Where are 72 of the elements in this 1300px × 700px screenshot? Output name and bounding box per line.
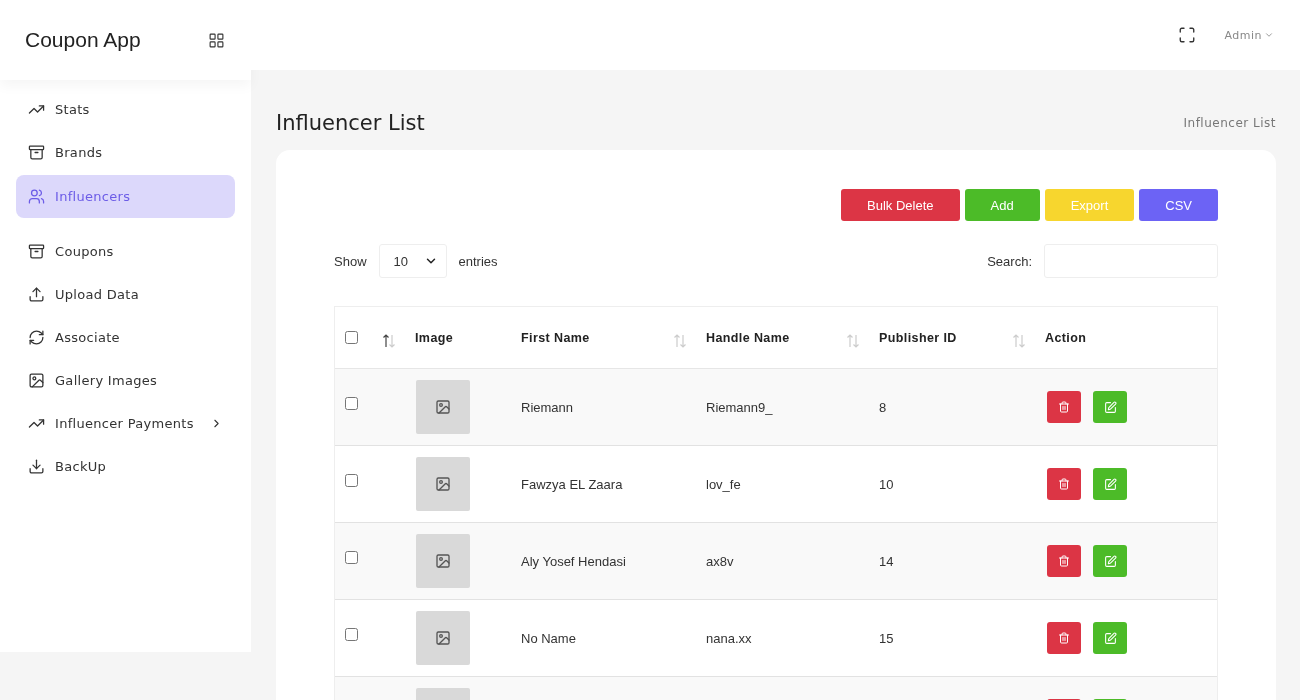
delete-button[interactable]: [1047, 545, 1081, 577]
column-header: Image: [415, 330, 454, 345]
image-icon: [435, 630, 451, 646]
column-header: Publisher ID: [879, 330, 957, 345]
table-cell-text: Riemann: [520, 399, 575, 415]
trash-icon: [1058, 555, 1070, 567]
edit-icon: [1103, 477, 1117, 491]
image-icon: [28, 372, 45, 389]
sidebar-item[interactable]: Influencer Payments: [16, 402, 235, 445]
action-button[interactable]: Bulk Delete: [841, 189, 960, 221]
breadcrumb[interactable]: Influencer List: [1183, 116, 1276, 130]
archive-icon: [28, 144, 45, 161]
sidebar-item[interactable]: Stats: [16, 88, 235, 131]
row-checkbox[interactable]: [345, 473, 358, 487]
row-checkbox[interactable]: [345, 550, 358, 564]
table-cell-text: Aly Yosef Hendasi: [520, 553, 627, 569]
sidebar-item[interactable]: Upload Data: [16, 273, 235, 316]
delete-button[interactable]: [1047, 622, 1081, 654]
column-header: Action: [1045, 330, 1087, 345]
table-cell-text: 14: [878, 553, 895, 569]
refresh-icon: [28, 329, 45, 346]
action-button[interactable]: CSV: [1139, 189, 1218, 221]
trash-icon: [1058, 401, 1070, 413]
image-icon: [435, 553, 451, 569]
edit-button[interactable]: [1093, 468, 1127, 500]
sidebar-item[interactable]: Influencers: [16, 175, 235, 218]
table-cell-text: 10: [878, 476, 895, 492]
edit-button[interactable]: [1093, 545, 1127, 577]
table-cell-text: nana.xx: [705, 630, 753, 646]
show-label: Show: [334, 253, 367, 269]
table-cell-text: ax8v: [705, 553, 735, 569]
delete-button[interactable]: [1047, 391, 1081, 423]
sidebar-item[interactable]: Brands: [16, 131, 235, 174]
table-cell-text: 15: [878, 630, 895, 646]
column-header: First Name: [521, 330, 590, 345]
table-cell-text: lov_fe: [705, 476, 742, 492]
table-cell-text: 8: [878, 399, 888, 415]
edit-button[interactable]: [1093, 391, 1127, 423]
column-header: Handle Name: [706, 330, 790, 345]
user-menu[interactable]: Admin: [1224, 28, 1274, 42]
table-cell-text: Fawzya EL Zaara: [520, 476, 624, 492]
entries-select[interactable]: 10: [378, 244, 447, 278]
users-icon: [28, 188, 45, 205]
row-checkbox[interactable]: [345, 627, 358, 641]
sidebar-item[interactable]: Gallery Images: [16, 359, 235, 402]
edit-icon: [1103, 400, 1117, 414]
search-label: Search:: [987, 253, 1032, 269]
grid-icon[interactable]: [208, 31, 225, 49]
image-icon: [435, 476, 451, 492]
entries-label: entries: [458, 253, 498, 269]
row-checkbox[interactable]: [345, 396, 358, 410]
fullscreen-icon[interactable]: [1178, 26, 1197, 44]
delete-button[interactable]: [1047, 468, 1081, 500]
edit-button[interactable]: [1093, 622, 1127, 654]
table-cell-text: No Name: [520, 630, 577, 646]
sort-icon[interactable]: [381, 332, 397, 349]
download-icon: [28, 458, 45, 475]
sidebar-item[interactable]: Coupons: [16, 230, 235, 273]
select-all-checkbox[interactable]: [345, 331, 358, 344]
sidebar-item[interactable]: Associate: [16, 316, 235, 359]
sidebar-item[interactable]: BackUp: [16, 445, 235, 488]
image-icon: [435, 399, 451, 415]
app-title: Coupon App: [25, 28, 141, 52]
table-cell-text: Riemann9_: [705, 399, 774, 415]
edit-icon: [1103, 554, 1117, 568]
chevron-down-icon: [1264, 30, 1274, 40]
trash-icon: [1058, 478, 1070, 490]
edit-icon: [1103, 631, 1117, 645]
page-title: Influencer List: [276, 111, 425, 135]
trash-icon: [1058, 632, 1070, 644]
upload-icon: [28, 286, 45, 303]
archive-icon: [28, 243, 45, 260]
